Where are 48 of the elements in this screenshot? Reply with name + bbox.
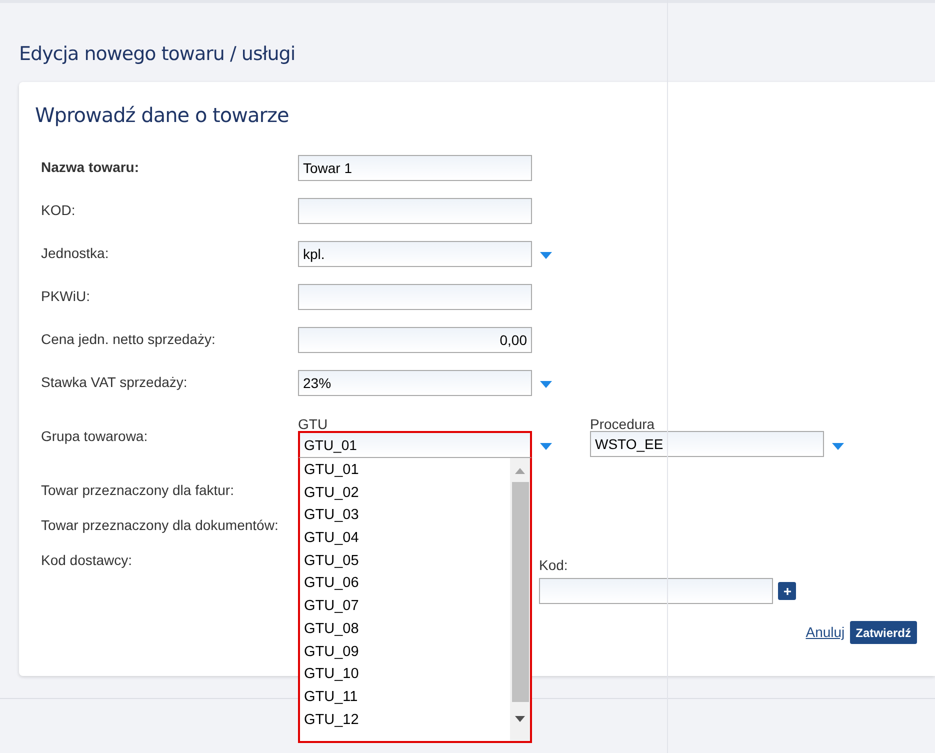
- dropdown-option[interactable]: GTU_04: [304, 527, 510, 550]
- code-field[interactable]: [539, 578, 773, 604]
- number-field[interactable]: 0,00: [298, 326, 532, 352]
- text-field[interactable]: [298, 198, 532, 224]
- dropdown-option[interactable]: GTU_09: [304, 640, 510, 664]
- field-caption: GTU: [298, 416, 329, 432]
- dropdown-arrow-icon[interactable]: [540, 381, 552, 388]
- field-label: Nazwa towaru:: [41, 158, 140, 177]
- dropdown-option[interactable]: GTU_03: [304, 504, 510, 528]
- dropdown-arrow-icon[interactable]: [832, 442, 844, 450]
- scroll-up-icon[interactable]: [515, 468, 525, 474]
- field-label: Towar przeznaczony dla dokumentów:: [41, 516, 278, 535]
- scrollbar[interactable]: [510, 458, 530, 741]
- field-caption: Kod:: [539, 557, 569, 573]
- field-label: Grupa towarowa:: [41, 427, 149, 446]
- dropdown-option[interactable]: GTU_01: [304, 459, 510, 482]
- cancel-link[interactable]: Anuluj: [806, 622, 845, 643]
- field-label: Jednostka:: [41, 244, 110, 263]
- field-label: KOD:: [41, 201, 76, 220]
- plus-icon: [784, 588, 790, 594]
- select-field[interactable]: kpl.: [298, 240, 532, 266]
- form-title: Wprowadź dane o towarze: [35, 102, 290, 128]
- gtu-select-field[interactable]: GTU_01: [298, 431, 532, 458]
- field-label: PKWiU:: [41, 287, 91, 306]
- dropdown-option[interactable]: GTU_12: [304, 708, 510, 732]
- field-caption: Procedura: [590, 416, 656, 432]
- dropdown-option[interactable]: GTU_07: [304, 595, 510, 618]
- procedure-select-field[interactable]: WSTO_EE: [590, 431, 824, 457]
- text-field[interactable]: [298, 284, 532, 310]
- field-label: Kod dostawcy:: [41, 551, 132, 570]
- dropdown-arrow-icon[interactable]: [540, 443, 552, 450]
- dropdown-option[interactable]: GTU_06: [304, 572, 510, 596]
- scrollbar-thumb[interactable]: [512, 482, 528, 702]
- dropdown-arrow-icon[interactable]: [540, 252, 552, 259]
- dropdown-option[interactable]: GTU_02: [304, 482, 510, 504]
- field-label: Towar przeznaczony dla faktur:: [41, 481, 234, 500]
- dropdown-option[interactable]: GTU_11: [304, 686, 510, 709]
- add-button[interactable]: [778, 582, 796, 600]
- dropdown-option[interactable]: GTU_08: [304, 618, 510, 640]
- dropdown-option[interactable]: GTU_05: [304, 550, 510, 572]
- text-field[interactable]: Towar 1: [298, 154, 532, 180]
- field-label: Stawka VAT sprzedaży:: [41, 373, 188, 392]
- select-field[interactable]: 23%: [298, 370, 532, 396]
- field-label: Cena jedn. netto sprzedaży:: [41, 330, 216, 349]
- scroll-down-icon[interactable]: [515, 716, 525, 722]
- dropdown-option[interactable]: GTU_10: [304, 663, 510, 686]
- confirm-button[interactable]: Zatwierdź: [850, 621, 917, 644]
- page-title: Edycja nowego towaru / usługi: [19, 42, 296, 67]
